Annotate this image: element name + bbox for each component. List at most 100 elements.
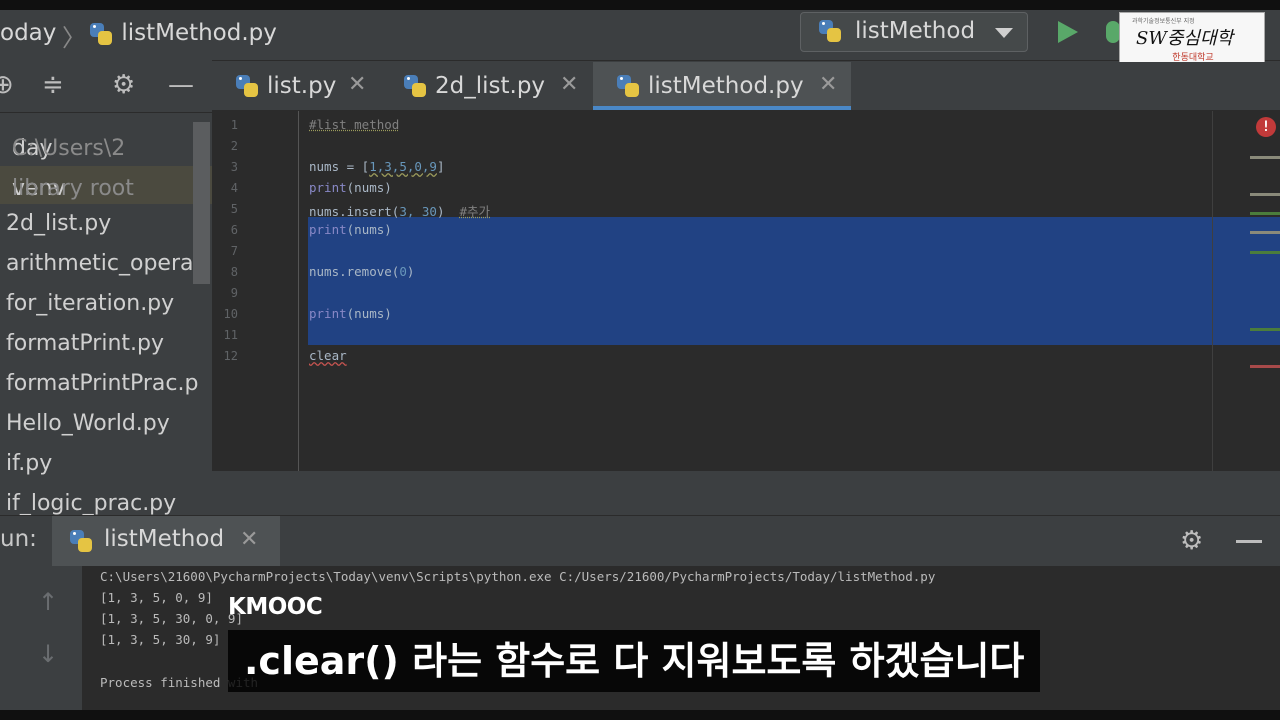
project-toolbar: ⊕ ≑ ⚙ — <box>0 60 212 113</box>
project-tool-window: ⊕ ≑ ⚙ — day C:\Users\2 venv library root… <box>0 60 212 516</box>
tree-item[interactable]: Hello_World.py <box>0 406 212 444</box>
sw-university-logo: 과학기술정보통신부 지정 SW중심대학 한동대학교 <box>1119 12 1265 65</box>
code-line-5: nums.insert(3, 30) #추가 <box>309 201 490 220</box>
collapse-all-icon[interactable]: ≑ <box>42 72 64 98</box>
line-number: 2 <box>230 139 238 153</box>
breadcrumb-separator-icon: 〉 <box>62 24 86 52</box>
code-token: (nums) <box>346 180 392 195</box>
scroll-marker[interactable] <box>1250 328 1280 331</box>
breadcrumb-file-label: listMethod.py <box>121 20 277 46</box>
code-line-1: #list method <box>309 117 400 132</box>
right-margin-guide <box>1212 111 1213 471</box>
run-tab-listmethod[interactable]: listMethod ✕ <box>52 516 280 566</box>
line-number: 7 <box>230 244 238 258</box>
run-configuration-select[interactable]: listMethod <box>800 12 1028 52</box>
tree-item[interactable]: for_iteration.py <box>0 286 212 324</box>
code-token: nums.remove( <box>309 264 400 279</box>
logo-title: SW중심대학 <box>1136 28 1234 49</box>
close-icon[interactable]: ✕ <box>240 527 258 552</box>
gear-icon[interactable]: ⚙ <box>1180 526 1203 556</box>
tree-item-label: arithmetic_operat <box>6 251 203 276</box>
video-subtitle: .clear() 라는 함수로 다 지워보도록 하겠습니다 <box>228 630 1041 692</box>
project-scrollbar[interactable] <box>193 122 210 284</box>
line-number: 11 <box>223 328 238 342</box>
close-icon[interactable]: ✕ <box>560 72 578 97</box>
console-line: [1, 3, 5, 30, 9] <box>100 632 221 647</box>
line-number: 6 <box>230 223 238 237</box>
run-configuration-label: listMethod <box>855 18 976 44</box>
error-indicator-icon[interactable]: ! <box>1256 117 1276 137</box>
tab-list-py[interactable]: list.py ✕ <box>212 62 380 110</box>
tree-item[interactable]: formatPrint.py <box>0 326 212 364</box>
python-file-icon <box>88 21 114 47</box>
minimize-icon[interactable]: — <box>168 72 194 98</box>
tree-item-label: Hello_World.py <box>6 411 170 436</box>
run-sidebar: ↑ ↓ <box>0 566 82 710</box>
kmooc-watermark: KMOOC <box>228 594 323 620</box>
tree-item-label: 2d_list.py <box>6 211 112 236</box>
code-comment: #추가 <box>459 204 491 219</box>
tree-item[interactable]: if.py <box>0 446 212 484</box>
project-root[interactable]: day C:\Users\2 <box>0 126 212 164</box>
python-icon <box>817 18 843 44</box>
tree-item-label: formatPrint.py <box>6 331 164 356</box>
tree-item[interactable]: 2d_list.py <box>0 206 212 244</box>
close-icon[interactable]: ✕ <box>348 72 366 97</box>
code-token-list: 1,3,5,0,9 <box>369 159 437 174</box>
python-file-icon <box>615 73 641 99</box>
ide-window: oday 〉 listMethod.py listMethod 과학기술정보통신… <box>0 10 1280 710</box>
run-button[interactable] <box>1058 21 1078 43</box>
code-token-function: print <box>309 180 347 195</box>
navigation-bar: oday 〉 listMethod.py listMethod 과학기술정보통신… <box>0 10 1280 65</box>
line-number: 5 <box>230 202 238 216</box>
code-line-6: print(nums) <box>309 222 392 237</box>
scroll-marker[interactable] <box>1250 156 1280 159</box>
tree-item[interactable]: formatPrintPrac.p <box>0 366 212 404</box>
tree-item-label: if_logic_prac.py <box>6 491 177 516</box>
code-editor[interactable]: 1 2 3 4 5 6 7 8 9 10 11 12 #list method … <box>212 111 1280 471</box>
scroll-marker[interactable] <box>1250 212 1280 215</box>
code-line-12: clear <box>309 348 347 363</box>
tree-item-label: for_iteration.py <box>6 291 175 316</box>
tab-label: list.py <box>267 73 337 99</box>
tree-item-venv[interactable]: venv library root <box>0 166 212 204</box>
line-number: 3 <box>230 160 238 174</box>
editor-tabs: list.py ✕ 2d_list.py ✕ listMethod.py ✕ <box>212 62 1280 111</box>
code-line-4: print(nums) <box>309 180 392 195</box>
arrow-down-icon[interactable]: ↓ <box>38 640 58 668</box>
tab-listmethod-py[interactable]: listMethod.py ✕ <box>593 62 851 110</box>
breadcrumb-file[interactable]: listMethod.py <box>88 20 277 47</box>
debug-button[interactable] <box>1106 21 1120 43</box>
tab-2d-list-py[interactable]: 2d_list.py ✕ <box>380 62 592 110</box>
run-tool-window-header: un: listMethod ✕ ⚙ <box>0 515 1280 566</box>
scroll-marker[interactable] <box>1250 251 1280 254</box>
line-number: 12 <box>223 349 238 363</box>
tree-item-label: if.py <box>6 451 53 476</box>
code-token-args: 3, 30 <box>399 204 437 219</box>
console-line: C:\Users\21600\PycharmProjects\Today\ven… <box>100 569 936 584</box>
line-number: 9 <box>230 286 238 300</box>
minimize-icon[interactable] <box>1236 540 1262 543</box>
tree-item[interactable]: arithmetic_operat <box>0 246 212 284</box>
code-token: ) <box>436 204 460 219</box>
code-token: (nums) <box>346 306 392 321</box>
arrow-up-icon[interactable]: ↑ <box>38 588 58 616</box>
scroll-marker[interactable] <box>1250 193 1280 196</box>
breadcrumb-project[interactable]: oday <box>0 20 56 46</box>
code-token: nums.insert( <box>309 204 400 219</box>
code-line-10: print(nums) <box>309 306 392 321</box>
run-label: un: <box>0 526 37 552</box>
code-token-arg: 0 <box>399 264 407 279</box>
line-number: 4 <box>230 181 238 195</box>
chevron-down-icon <box>995 28 1013 38</box>
locate-icon[interactable]: ⊕ <box>0 72 14 98</box>
gear-icon[interactable]: ⚙ <box>112 72 135 98</box>
close-icon[interactable]: ✕ <box>819 72 837 97</box>
scroll-marker[interactable] <box>1250 231 1280 234</box>
line-number: 8 <box>230 265 238 279</box>
console-line: [1, 3, 5, 0, 9] <box>100 590 213 605</box>
python-file-icon <box>402 73 428 99</box>
scroll-marker[interactable] <box>1250 365 1280 368</box>
code-token-function: print <box>309 222 347 237</box>
code-token: ] <box>436 159 445 174</box>
